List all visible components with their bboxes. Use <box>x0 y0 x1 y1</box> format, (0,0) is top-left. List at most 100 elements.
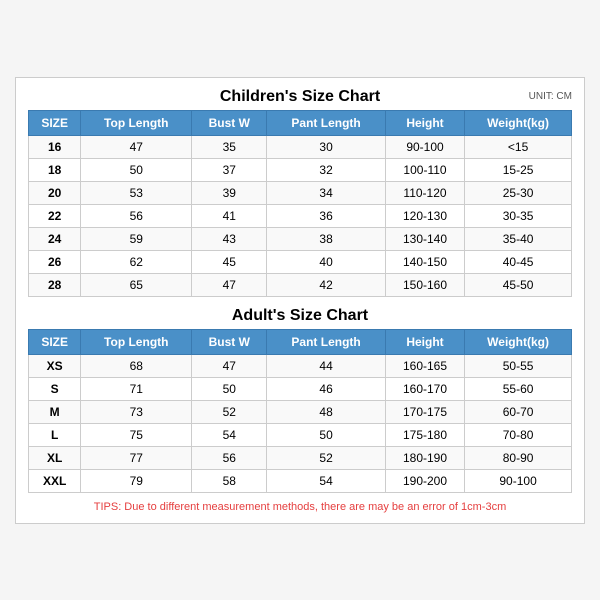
table-cell: 170-175 <box>385 400 464 423</box>
table-cell: 53 <box>81 181 192 204</box>
adult-table: SIZE Top Length Bust W Pant Length Heigh… <box>28 329 572 493</box>
table-row: 1647353090-100<15 <box>29 135 572 158</box>
table-cell: 22 <box>29 204 81 227</box>
table-row: 28654742150-16045-50 <box>29 273 572 296</box>
table-cell: 68 <box>81 354 192 377</box>
children-table: SIZE Top Length Bust W Pant Length Heigh… <box>28 110 572 297</box>
table-row: 18503732100-11015-25 <box>29 158 572 181</box>
table-cell: L <box>29 423 81 446</box>
table-row: 26624540140-15040-45 <box>29 250 572 273</box>
table-cell: 77 <box>81 446 192 469</box>
table-cell: 50 <box>192 377 267 400</box>
table-cell: 36 <box>267 204 386 227</box>
table-cell: 35 <box>192 135 267 158</box>
table-cell: 140-150 <box>385 250 464 273</box>
table-cell: 52 <box>192 400 267 423</box>
table-cell: S <box>29 377 81 400</box>
table-row: XL775652180-19080-90 <box>29 446 572 469</box>
table-row: 24594338130-14035-40 <box>29 227 572 250</box>
table-cell: 110-120 <box>385 181 464 204</box>
adult-col-height: Height <box>385 329 464 354</box>
children-title-row: Children's Size Chart UNIT: CM <box>28 88 572 106</box>
table-cell: 47 <box>81 135 192 158</box>
table-cell: 39 <box>192 181 267 204</box>
table-cell: XL <box>29 446 81 469</box>
table-cell: 15-25 <box>465 158 572 181</box>
table-cell: 24 <box>29 227 81 250</box>
table-row: M735248170-17560-70 <box>29 400 572 423</box>
table-cell: M <box>29 400 81 423</box>
adult-header-row: SIZE Top Length Bust W Pant Length Heigh… <box>29 329 572 354</box>
adult-col-top-length: Top Length <box>81 329 192 354</box>
table-cell: 73 <box>81 400 192 423</box>
table-cell: 50 <box>81 158 192 181</box>
table-row: 20533934110-12025-30 <box>29 181 572 204</box>
table-row: XXL795854190-20090-100 <box>29 469 572 492</box>
table-cell: 79 <box>81 469 192 492</box>
table-cell: 60-70 <box>465 400 572 423</box>
table-cell: 56 <box>192 446 267 469</box>
adult-title: Adult's Size Chart <box>232 307 368 325</box>
adult-col-size: SIZE <box>29 329 81 354</box>
table-cell: 16 <box>29 135 81 158</box>
table-cell: 70-80 <box>465 423 572 446</box>
table-cell: 75 <box>81 423 192 446</box>
table-cell: 52 <box>267 446 386 469</box>
table-cell: 34 <box>267 181 386 204</box>
table-cell: 50-55 <box>465 354 572 377</box>
table-cell: 55-60 <box>465 377 572 400</box>
table-cell: 28 <box>29 273 81 296</box>
table-cell: 47 <box>192 273 267 296</box>
col-size: SIZE <box>29 110 81 135</box>
table-cell: 46 <box>267 377 386 400</box>
table-cell: 45 <box>192 250 267 273</box>
table-cell: 44 <box>267 354 386 377</box>
table-cell: 40 <box>267 250 386 273</box>
table-cell: 20 <box>29 181 81 204</box>
table-cell: 80-90 <box>465 446 572 469</box>
col-pant-length: Pant Length <box>267 110 386 135</box>
table-cell: 90-100 <box>465 469 572 492</box>
table-cell: 30-35 <box>465 204 572 227</box>
table-cell: XXL <box>29 469 81 492</box>
children-tbody: 1647353090-100<1518503732100-11015-25205… <box>29 135 572 296</box>
adult-col-weight: Weight(kg) <box>465 329 572 354</box>
adult-tbody: XS684744160-16550-55S715046160-17055-60M… <box>29 354 572 492</box>
table-cell: 26 <box>29 250 81 273</box>
table-cell: 37 <box>192 158 267 181</box>
table-cell: 100-110 <box>385 158 464 181</box>
table-cell: 35-40 <box>465 227 572 250</box>
table-cell: 71 <box>81 377 192 400</box>
col-bust-w: Bust W <box>192 110 267 135</box>
table-cell: 43 <box>192 227 267 250</box>
chart-container: Children's Size Chart UNIT: CM SIZE Top … <box>15 77 585 524</box>
table-cell: XS <box>29 354 81 377</box>
table-cell: 65 <box>81 273 192 296</box>
table-row: 22564136120-13030-35 <box>29 204 572 227</box>
table-cell: 50 <box>267 423 386 446</box>
table-cell: 42 <box>267 273 386 296</box>
table-cell: 120-130 <box>385 204 464 227</box>
table-cell: 180-190 <box>385 446 464 469</box>
table-cell: 160-170 <box>385 377 464 400</box>
table-cell: 62 <box>81 250 192 273</box>
table-cell: 41 <box>192 204 267 227</box>
table-cell: 175-180 <box>385 423 464 446</box>
table-cell: 38 <box>267 227 386 250</box>
table-cell: 32 <box>267 158 386 181</box>
table-cell: 40-45 <box>465 250 572 273</box>
table-cell: 190-200 <box>385 469 464 492</box>
col-top-length: Top Length <box>81 110 192 135</box>
table-cell: 59 <box>81 227 192 250</box>
tips-text: TIPS: Due to different measurement metho… <box>28 501 572 513</box>
table-cell: 160-165 <box>385 354 464 377</box>
table-cell: 90-100 <box>385 135 464 158</box>
table-cell: 48 <box>267 400 386 423</box>
adult-col-pant-length: Pant Length <box>267 329 386 354</box>
table-row: L755450175-18070-80 <box>29 423 572 446</box>
table-cell: <15 <box>465 135 572 158</box>
table-cell: 56 <box>81 204 192 227</box>
children-title: Children's Size Chart <box>220 88 380 106</box>
table-cell: 25-30 <box>465 181 572 204</box>
table-cell: 130-140 <box>385 227 464 250</box>
